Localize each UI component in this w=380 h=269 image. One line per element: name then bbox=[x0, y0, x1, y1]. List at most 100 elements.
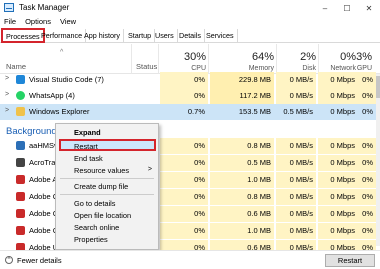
col-memory-header[interactable]: 64% Memory bbox=[222, 51, 274, 72]
whatsapp-icon bbox=[16, 91, 25, 100]
network-cell: 0 Mbps bbox=[318, 155, 358, 171]
gpu-cell: 0% bbox=[358, 88, 376, 104]
task-manager-icon bbox=[4, 3, 14, 12]
disk-cell: 0 MB/s bbox=[276, 172, 316, 188]
column-divider bbox=[318, 44, 319, 74]
memory-label: Memory bbox=[248, 65, 274, 72]
expand-chevron-icon[interactable]: > bbox=[5, 107, 9, 114]
ctx-expand[interactable]: Expand bbox=[74, 128, 101, 137]
close-button[interactable]: ✕ bbox=[358, 0, 380, 16]
scrollbar[interactable] bbox=[376, 74, 380, 246]
network-cell: 0 Mbps bbox=[318, 206, 358, 222]
network-cell: 0 Mbps bbox=[318, 189, 358, 205]
cpu-cell: 0% bbox=[160, 88, 208, 104]
cpu-cell: 0% bbox=[160, 206, 208, 222]
window-title: Task Manager bbox=[19, 3, 70, 12]
process-name: Adobe C bbox=[29, 192, 59, 201]
ctx-separator bbox=[60, 178, 154, 179]
disk-cell: 0 MB/s bbox=[276, 155, 316, 171]
ctx-properties[interactable]: Properties bbox=[74, 235, 108, 244]
col-cpu-header[interactable]: 30% CPU bbox=[160, 51, 206, 72]
column-header: ^ Name Status 30% CPU 64% Memory 2% Disk… bbox=[0, 44, 380, 74]
column-divider bbox=[208, 44, 209, 74]
process-name: Adobe A bbox=[29, 175, 58, 184]
column-divider bbox=[276, 44, 277, 74]
menu-view[interactable]: View bbox=[60, 17, 76, 28]
expand-chevron-icon[interactable]: > bbox=[5, 91, 9, 98]
cpu-cell: 0% bbox=[160, 223, 208, 239]
ctx-go-to-details[interactable]: Go to details bbox=[74, 199, 116, 208]
ctx-separator bbox=[60, 194, 154, 195]
tab-services[interactable]: Services bbox=[203, 29, 238, 43]
process-icon bbox=[16, 192, 25, 201]
table-row[interactable]: > Visual Studio Code (7) 0% 229.8 MB 0 M… bbox=[0, 72, 376, 88]
ctx-resource-values[interactable]: Resource values bbox=[74, 166, 129, 175]
gpu-cell: 0% bbox=[358, 155, 376, 171]
gpu-label: GPU bbox=[356, 65, 372, 72]
cpu-cell: 0.7% bbox=[187, 107, 205, 116]
col-name-header[interactable]: Name bbox=[6, 62, 26, 71]
menu-options[interactable]: Options bbox=[25, 17, 51, 28]
ctx-restart[interactable]: Restart bbox=[74, 142, 98, 151]
ctx-open-file-location[interactable]: Open file location bbox=[74, 211, 131, 220]
memory-cell: 1.0 MB bbox=[210, 172, 274, 188]
tab-users[interactable]: Users bbox=[152, 29, 178, 43]
restart-button[interactable]: Restart bbox=[325, 254, 375, 267]
menu-file[interactable]: File bbox=[4, 17, 16, 28]
folder-icon bbox=[16, 107, 25, 116]
chevron-up-circle-icon[interactable]: ^ bbox=[5, 256, 13, 264]
process-icon bbox=[16, 141, 25, 150]
network-cell: 0 Mbps bbox=[318, 138, 358, 154]
column-divider bbox=[131, 44, 132, 74]
memory-cell: 0.8 MB bbox=[210, 189, 274, 205]
gpu-cell: 0% bbox=[358, 223, 376, 239]
window-controls: – ☐ ✕ bbox=[314, 0, 380, 16]
ctx-end-task[interactable]: End task bbox=[74, 154, 103, 163]
tab-app-history[interactable]: App history bbox=[81, 29, 124, 43]
vscode-icon bbox=[16, 75, 25, 84]
tab-performance[interactable]: Performance bbox=[38, 29, 87, 43]
network-cell: 0 Mbps bbox=[318, 88, 358, 104]
ctx-search-online[interactable]: Search online bbox=[74, 223, 119, 232]
gpu-cell: 0% bbox=[358, 189, 376, 205]
table-row[interactable]: > WhatsApp (4) 0% 117.2 MB 0 MB/s 0 Mbps… bbox=[0, 88, 376, 104]
expand-chevron-icon[interactable]: > bbox=[5, 75, 9, 82]
disk-cell: 0 MB/s bbox=[276, 72, 316, 88]
process-icon bbox=[16, 158, 25, 167]
cpu-cell: 0% bbox=[160, 155, 208, 171]
minimize-button[interactable]: – bbox=[314, 0, 336, 16]
fewer-details-link[interactable]: Fewer details bbox=[17, 256, 62, 265]
disk-cell: 0 MB/s bbox=[276, 189, 316, 205]
process-name: Visual Studio Code (7) bbox=[29, 75, 104, 84]
title-bar: Task Manager – ☐ ✕ bbox=[0, 0, 380, 16]
background-section-header: Background bbox=[6, 126, 57, 137]
network-cell: 0 Mbps bbox=[318, 72, 358, 88]
memory-cell: 0.5 MB bbox=[210, 155, 274, 171]
cpu-cell: 0% bbox=[160, 189, 208, 205]
network-cell: 0 Mbps bbox=[330, 107, 355, 116]
maximize-button[interactable]: ☐ bbox=[336, 0, 358, 16]
disk-cell: 0 MB/s bbox=[276, 206, 316, 222]
tab-strip: Processes Performance App history Startu… bbox=[0, 28, 380, 43]
ctx-create-dump[interactable]: Create dump file bbox=[74, 182, 128, 191]
cpu-cell: 0% bbox=[160, 172, 208, 188]
memory-total: 64% bbox=[251, 51, 274, 63]
process-icon bbox=[16, 226, 25, 235]
process-icon bbox=[16, 209, 25, 218]
sort-up-icon[interactable]: ^ bbox=[60, 49, 63, 56]
cpu-total: 30% bbox=[183, 51, 206, 63]
cpu-label: CPU bbox=[191, 65, 206, 72]
scrollbar-thumb[interactable] bbox=[376, 76, 380, 98]
menu-bar: File Options View bbox=[0, 17, 76, 28]
submenu-arrow-icon: > bbox=[147, 166, 152, 173]
tab-startup[interactable]: Startup bbox=[125, 29, 156, 43]
table-row-selected[interactable]: > Windows Explorer 0.7% 153.5 MB 0.5 MB/… bbox=[0, 104, 376, 120]
disk-cell: 0.5 MB/s bbox=[283, 107, 313, 116]
memory-cell: 117.2 MB bbox=[210, 88, 274, 104]
context-menu: Expand Restart End task Resource values … bbox=[55, 123, 159, 250]
cpu-cell: 0% bbox=[160, 72, 208, 88]
memory-cell: 153.5 MB bbox=[238, 107, 271, 116]
col-status-header[interactable]: Status bbox=[136, 62, 157, 71]
col-gpu-header[interactable]: 3% GPU bbox=[340, 51, 372, 72]
tab-details[interactable]: Details bbox=[176, 29, 205, 43]
